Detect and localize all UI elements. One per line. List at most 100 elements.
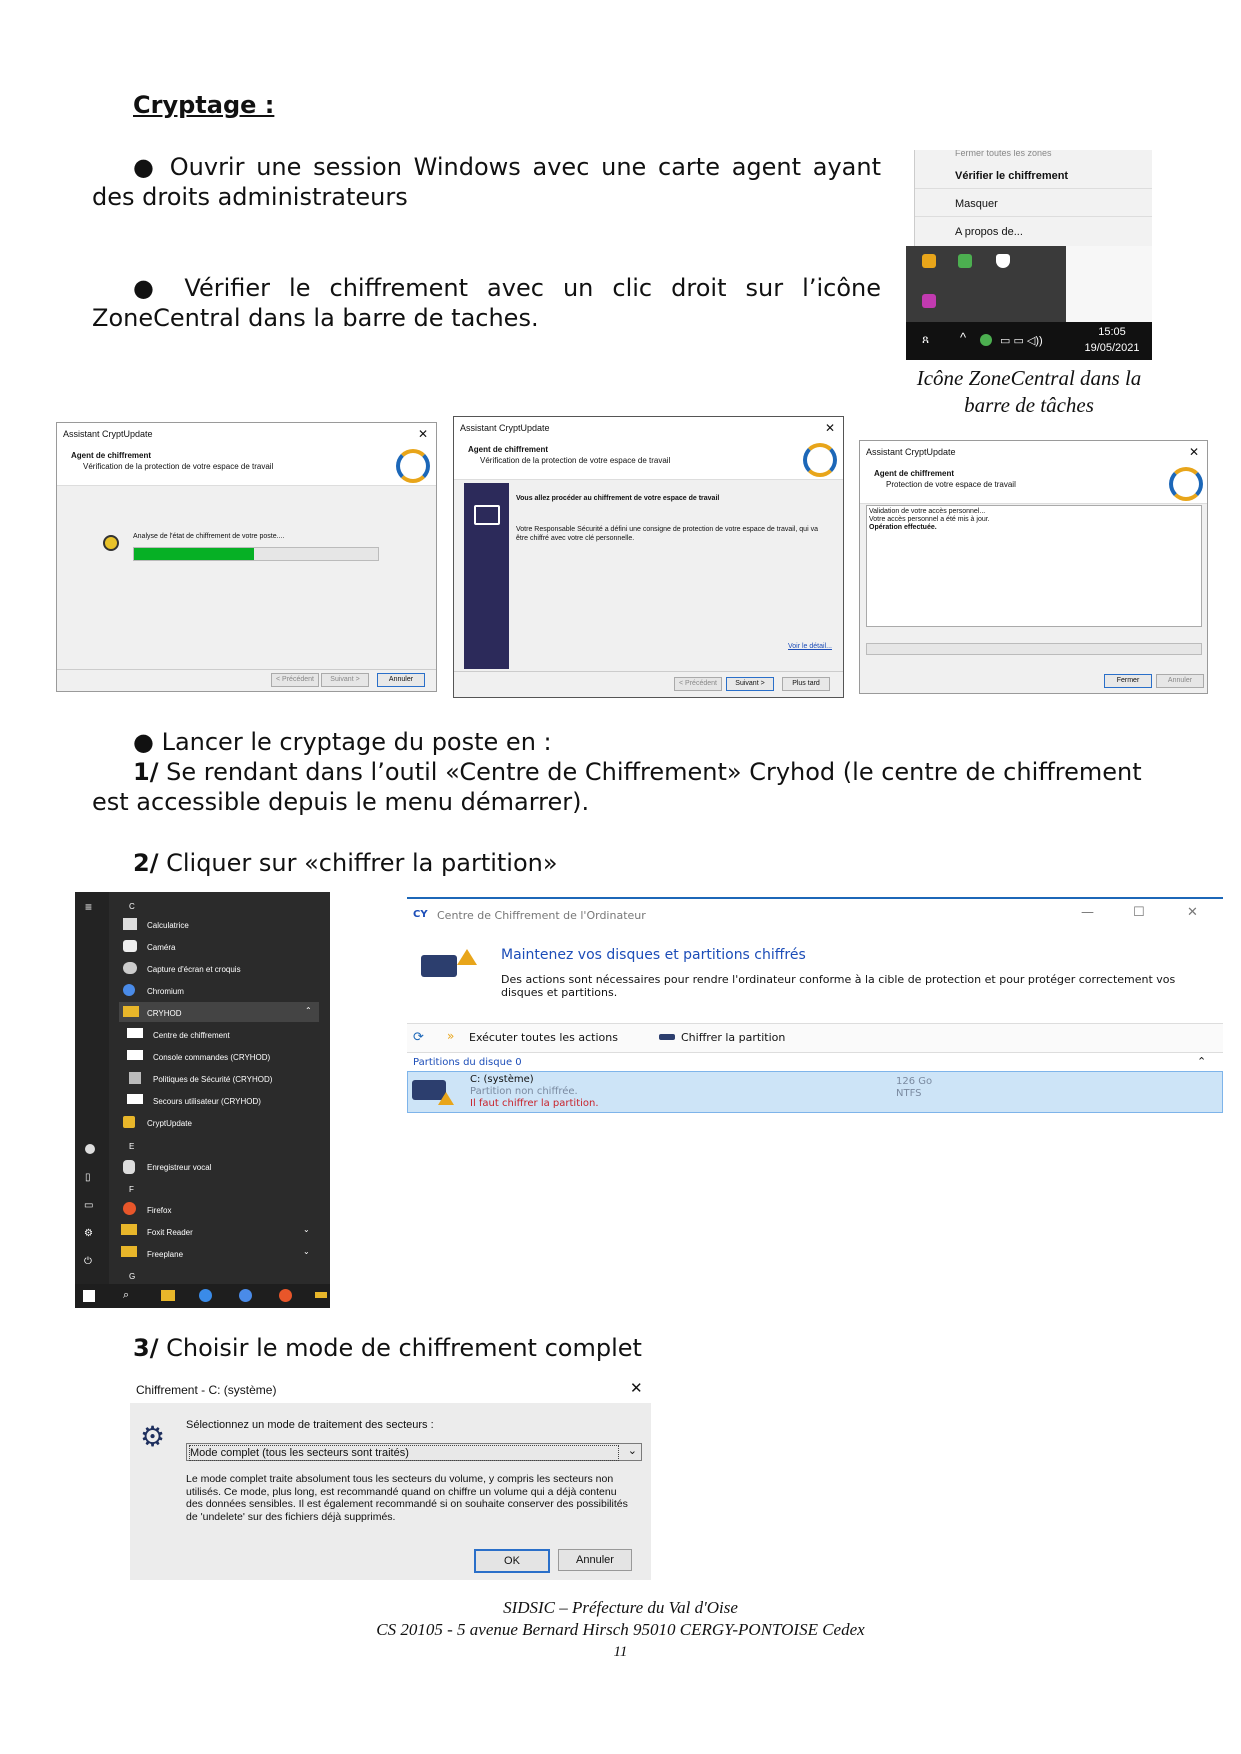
- windows-icon[interactable]: [83, 1290, 95, 1302]
- partition-row[interactable]: C: (système) Partition non chiffrée. Il …: [407, 1071, 1223, 1113]
- settings-icon[interactable]: ⚙: [84, 1228, 93, 1239]
- confirm-body: Votre Responsable Sécurité a défini une …: [516, 526, 818, 542]
- partitions-group[interactable]: Partitions du disque 0: [413, 1057, 522, 1068]
- app-logo-icon: CY: [413, 909, 428, 920]
- search-icon[interactable]: ⌕: [123, 1289, 129, 1302]
- app-icon[interactable]: [315, 1292, 327, 1298]
- app-freeplane[interactable]: Freeplane: [147, 1250, 183, 1259]
- window-title: Assistant CryptUpdate: [460, 423, 550, 433]
- sync-icon: [803, 443, 837, 477]
- folder-icon: [121, 1224, 137, 1235]
- menu-item-hide[interactable]: Masquer: [955, 198, 998, 210]
- encrypt-partition-button[interactable]: Chiffrer la partition: [681, 1031, 785, 1044]
- folder-cryhod[interactable]: CRYHOD ⌃: [119, 1002, 319, 1022]
- camera-icon: [123, 940, 137, 952]
- zonecentral-green-icon[interactable]: [980, 334, 992, 346]
- app-foxit[interactable]: Foxit Reader: [147, 1228, 193, 1237]
- letter-header[interactable]: F: [129, 1185, 134, 1194]
- zonecentral-icon[interactable]: [922, 254, 936, 268]
- app-chromium[interactable]: Chromium: [147, 987, 184, 996]
- explorer-icon[interactable]: [161, 1290, 175, 1301]
- cancel-button[interactable]: Annuler: [558, 1549, 632, 1571]
- cancel-button[interactable]: Annuler: [1156, 674, 1204, 688]
- later-button[interactable]: Plus tard: [782, 677, 830, 691]
- chevron-up-icon[interactable]: ^: [960, 330, 966, 345]
- chromium-icon[interactable]: [239, 1289, 252, 1302]
- microphone-icon: [123, 1160, 135, 1174]
- document-icon[interactable]: ▯: [85, 1172, 91, 1183]
- lock-icon[interactable]: [958, 254, 972, 268]
- menu-item-about[interactable]: A propos de...: [955, 226, 1023, 238]
- mode-label: Sélectionnez un mode de traitement des s…: [186, 1419, 434, 1431]
- step-2: 2/ Cliquer sur «chiffrer la partition»: [133, 848, 558, 878]
- app-icon[interactable]: [922, 294, 936, 308]
- search-icon: [103, 535, 119, 551]
- previous-button[interactable]: < Précédent: [271, 673, 319, 687]
- step-number: 1/: [133, 758, 159, 786]
- wizard-window-confirm: Assistant CryptUpdate ✕ Agent de chiffrem…: [453, 416, 844, 698]
- close-button[interactable]: Fermer: [1104, 674, 1152, 688]
- app-secours[interactable]: Secours utilisateur (CRYHOD): [153, 1097, 261, 1106]
- minimize-icon[interactable]: —: [1081, 905, 1094, 920]
- menu-item-close-zones[interactable]: Fermer toutes les zones: [955, 150, 1052, 158]
- app-camera[interactable]: Caméra: [147, 943, 175, 952]
- firefox-icon[interactable]: [279, 1289, 292, 1302]
- close-icon[interactable]: ✕: [1187, 905, 1198, 920]
- close-icon[interactable]: ✕: [1189, 441, 1199, 463]
- sync-icon: [396, 449, 430, 483]
- wizard-window-done: Assistant CryptUpdate ✕ Agent de chiffrem…: [859, 440, 1208, 694]
- edge-icon[interactable]: [199, 1289, 212, 1302]
- app-firefox[interactable]: Firefox: [147, 1206, 171, 1215]
- head-subtitle: Vérification de la protection de votre e…: [83, 462, 274, 471]
- next-button[interactable]: Suivant >: [726, 677, 774, 691]
- step-1: 1/ Se rendant dans l’outil «Centre de Ch…: [92, 757, 1162, 817]
- drive-name: C: (système): [470, 1074, 534, 1085]
- app-centre-chiffrement[interactable]: Centre de chiffrement: [153, 1031, 230, 1040]
- mode-select[interactable]: Mode complet (tous les secteurs sont tra…: [186, 1443, 642, 1461]
- section-title: Cryptage :: [133, 91, 275, 119]
- previous-button[interactable]: < Précédent: [674, 677, 722, 691]
- cancel-button[interactable]: Annuler: [377, 673, 425, 687]
- app-calculator[interactable]: Calculatrice: [147, 921, 189, 930]
- chevron-down-icon[interactable]: ⌄: [303, 1225, 310, 1234]
- bullet-open-session: ● Ouvrir une session Windows avec une ca…: [92, 153, 881, 211]
- folder-icon: [121, 1246, 137, 1257]
- letter-header[interactable]: C: [129, 902, 135, 911]
- centre-description: Des actions sont nécessaires pour rendre…: [501, 973, 1176, 999]
- encryption-mode-dialog: Chiffrement - C: (système) ✕ ⚙ Sélection…: [130, 1377, 651, 1580]
- people-icon[interactable]: ጸ: [922, 332, 929, 347]
- hamburger-icon[interactable]: ≡: [85, 900, 92, 914]
- app-cryptupdate[interactable]: CryptUpdate: [147, 1119, 192, 1128]
- menu-item-verify[interactable]: Vérifier le chiffrement: [955, 170, 1068, 182]
- ok-button[interactable]: OK: [474, 1549, 550, 1573]
- close-icon[interactable]: ✕: [630, 1379, 643, 1397]
- app-recorder[interactable]: Enregistreur vocal: [147, 1163, 211, 1172]
- drive-size: 126 Go: [896, 1076, 933, 1087]
- details-link[interactable]: Voir le détail...: [788, 643, 832, 650]
- pictures-icon[interactable]: ▭: [84, 1200, 93, 1211]
- run-all-actions-button[interactable]: Exécuter toutes les actions: [469, 1031, 618, 1044]
- taskbar: ጸ ^ ▭ ▭ ◁)) 15:05 19/05/2021: [906, 322, 1152, 360]
- app-politiques[interactable]: Politiques de Sécurité (CRYHOD): [153, 1075, 272, 1084]
- collapse-icon[interactable]: ⌃: [1197, 1055, 1206, 1068]
- firefox-icon: [123, 1202, 136, 1215]
- head-title: Agent de chiffrement: [71, 451, 152, 460]
- log-area: Validation de votre accès personnel... V…: [866, 505, 1202, 627]
- window-title: Assistant CryptUpdate: [63, 429, 153, 439]
- user-icon[interactable]: [85, 1144, 95, 1154]
- taskbar: ⌕: [75, 1284, 330, 1308]
- close-icon[interactable]: ✕: [825, 417, 835, 439]
- shield-icon[interactable]: [996, 254, 1010, 268]
- letter-header[interactable]: G: [129, 1272, 135, 1281]
- app-console[interactable]: Console commandes (CRYHOD): [153, 1053, 270, 1062]
- app-snip[interactable]: Capture d'écran et croquis: [147, 965, 241, 974]
- letter-header[interactable]: E: [129, 1142, 134, 1151]
- chevron-down-icon[interactable]: ⌄: [303, 1247, 310, 1256]
- maximize-icon[interactable]: ☐: [1133, 905, 1145, 920]
- network-icon[interactable]: ▭ ▭ ◁)): [1000, 334, 1043, 347]
- refresh-icon[interactable]: ⟳: [413, 1030, 424, 1045]
- power-icon[interactable]: ⏻: [84, 1256, 92, 1267]
- next-button[interactable]: Suivant >: [321, 673, 369, 687]
- progress-bar: [866, 643, 1202, 655]
- close-icon[interactable]: ✕: [418, 423, 428, 445]
